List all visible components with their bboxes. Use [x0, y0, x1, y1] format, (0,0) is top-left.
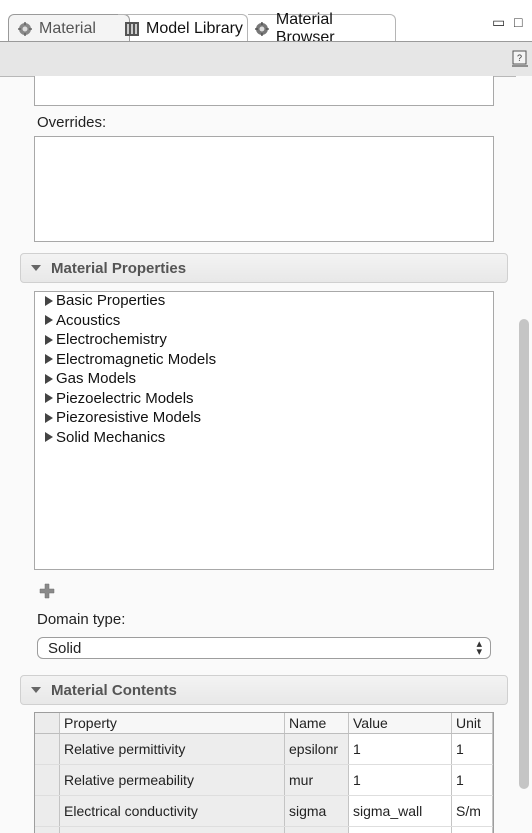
property-cell [59, 826, 285, 833]
unit-cell: 1 [451, 733, 493, 765]
material-settings-window: Material Model Library Material Browser … [0, 0, 532, 833]
value-cell[interactable]: sigma_wall [348, 795, 452, 827]
tab-model-library[interactable]: Model Library [118, 14, 248, 42]
row-gutter [35, 795, 60, 827]
tree-item-piezoelectric-models[interactable]: Piezoelectric Models [45, 389, 485, 409]
tree-item-acoustics[interactable]: Acoustics [45, 311, 485, 331]
tab-label: Model Library [146, 19, 243, 37]
svg-text:?: ? [517, 53, 522, 63]
column-header-value[interactable]: Value [348, 713, 452, 734]
row-gutter [35, 733, 60, 765]
tree-item-label: Gas Models [56, 370, 137, 388]
material-contents-header[interactable]: Material Contents [20, 675, 508, 705]
column-header-unit[interactable]: Unit [451, 713, 493, 734]
name-cell: epsilonr [284, 733, 349, 765]
select-arrows-icon: ▴ ▾ [476, 638, 482, 658]
material-contents-table: Property Name Value Unit Relative permit… [34, 712, 494, 833]
unit-cell: 1 [451, 764, 493, 796]
table-row[interactable]: Relative permittivity epsilonr 1 1 [35, 733, 493, 765]
overrides-box[interactable] [34, 136, 494, 242]
tree-item-basic-properties[interactable]: Basic Properties [45, 291, 485, 311]
value-cell[interactable]: 1 [348, 764, 452, 796]
material-properties-header[interactable]: Material Properties [20, 253, 508, 283]
tree-item-gas-models[interactable]: Gas Models [45, 369, 485, 389]
table-row[interactable]: Relative permeability mur 1 1 [35, 764, 493, 796]
name-cell: mur [284, 764, 349, 796]
overrides-label: Overrides: [37, 114, 107, 131]
expand-icon[interactable] [45, 295, 53, 306]
tree-item-label: Electrochemistry [56, 331, 167, 349]
expand-icon[interactable] [45, 393, 53, 404]
maximize-button[interactable]: □ [514, 14, 522, 30]
tab-material-browser[interactable]: Material Browser [248, 11, 396, 46]
section-title: Material Contents [51, 681, 177, 699]
collapse-icon [31, 265, 41, 271]
tree-item-label: Acoustics [56, 311, 121, 329]
expand-icon[interactable] [45, 412, 53, 423]
tree-item-label: Basic Properties [56, 292, 166, 310]
property-cell: Relative permittivity [59, 733, 285, 765]
tab-material[interactable]: Material [8, 14, 130, 42]
table-row[interactable]: Electrical conductivity sigma sigma_wall… [35, 795, 493, 827]
minimize-button[interactable]: ▭ [492, 14, 505, 31]
expand-icon[interactable] [45, 373, 53, 384]
domain-type-label: Domain type: [37, 611, 126, 628]
tree-item-label: Piezoelectric Models [56, 389, 194, 407]
expand-icon[interactable] [45, 354, 53, 365]
property-tree-list: Basic Properties Acoustics Electrochemis… [45, 291, 485, 447]
value-cell[interactable] [348, 826, 452, 833]
toolbar: ? [0, 42, 532, 77]
expand-icon[interactable] [45, 334, 53, 345]
tab-bar: Material Model Library Material Browser … [0, 0, 532, 46]
name-cell [284, 826, 349, 833]
name-cell: sigma [284, 795, 349, 827]
tree-item-label: Solid Mechanics [56, 428, 166, 446]
column-header-name[interactable]: Name [284, 713, 349, 734]
scrollbar-thumb[interactable] [519, 319, 529, 789]
tree-item-label: Electromagnetic Models [56, 350, 217, 368]
property-cell: Relative permeability [59, 764, 285, 796]
row-gutter [35, 713, 60, 734]
domain-type-value: Solid [48, 639, 82, 657]
model-library-icon [125, 21, 139, 36]
unit-cell [451, 826, 493, 833]
add-icon[interactable] [39, 583, 55, 599]
value-cell[interactable]: 1 [348, 733, 452, 765]
tree-item-electromagnetic-models[interactable]: Electromagnetic Models [45, 350, 485, 370]
description-box[interactable] [34, 76, 494, 106]
tree-item-solid-mechanics[interactable]: Solid Mechanics [45, 428, 485, 448]
section-title: Material Properties [51, 259, 187, 277]
material-icon [18, 21, 32, 36]
domain-type-select[interactable]: Solid ▴ ▾ [37, 637, 491, 659]
property-cell: Electrical conductivity [59, 795, 285, 827]
help-icon[interactable]: ? [512, 50, 528, 68]
row-gutter [35, 764, 60, 796]
tree-item-label: Piezoresistive Models [56, 409, 202, 427]
expand-icon[interactable] [45, 432, 53, 443]
column-header-property[interactable]: Property [59, 713, 285, 734]
material-browser-icon [254, 21, 269, 36]
tab-label: Material [39, 19, 96, 37]
collapse-icon [31, 687, 41, 693]
unit-cell: S/m [451, 795, 493, 827]
table-header-row: Property Name Value Unit [35, 713, 493, 734]
row-gutter [35, 826, 60, 833]
table-row[interactable] [35, 826, 493, 833]
tree-item-electrochemistry[interactable]: Electrochemistry [45, 330, 485, 350]
tree-item-piezoresistive-models[interactable]: Piezoresistive Models [45, 408, 485, 428]
expand-icon[interactable] [45, 315, 53, 326]
